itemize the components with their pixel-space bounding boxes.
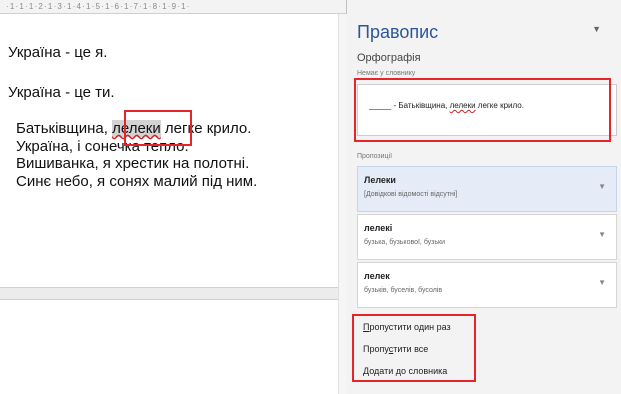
- suggestion-word: лелек: [364, 271, 390, 281]
- chevron-down-icon[interactable]: ▼: [598, 278, 606, 287]
- suggestion-item[interactable]: Лелеки [Довідкові відомості відсутні] ▼: [357, 166, 617, 212]
- poem-line-4: Синє небо, я сонях малий під ним.: [16, 172, 258, 190]
- highlight-frame: [124, 110, 192, 146]
- suggestion-def: [Довідкові відомості відсутні]: [364, 191, 458, 198]
- vertical-scrollbar[interactable]: [338, 14, 347, 394]
- text-before: Батьківщина,: [16, 120, 113, 137]
- chevron-down-icon[interactable]: ▼: [598, 230, 606, 239]
- not-in-dictionary-label: Немає у словнику: [357, 70, 416, 77]
- suggestions-label: Пропозиції: [357, 153, 393, 160]
- actions-frame: [352, 314, 476, 382]
- suggestion-word: Лелеки: [364, 175, 396, 185]
- suggestion-def: бузьків, буселів, бусолів: [364, 287, 443, 294]
- suggestion-def: бузька, бузькової, бузьки: [364, 239, 446, 246]
- chevron-down-icon[interactable]: ▼: [598, 182, 606, 191]
- document-line: Україна - це ти.: [8, 84, 115, 101]
- split-bar[interactable]: [0, 287, 346, 300]
- suggestion-item[interactable]: лелекі бузька, бузькової, бузьки ▼: [357, 214, 617, 260]
- suggestion-item[interactable]: лелек бузьків, буселів, бусолів ▼: [357, 262, 617, 308]
- context-frame: [354, 78, 611, 142]
- spelling-pane: Правопис ▼ Орфографія Немає у словнику _…: [347, 0, 621, 394]
- document-line: Україна - це я.: [8, 44, 108, 61]
- poem-line-3: Вишиванка, я хрестик на полотні.: [16, 155, 250, 172]
- chevron-down-icon[interactable]: ▼: [592, 24, 601, 34]
- section-title: Орфографія: [357, 52, 421, 64]
- document-area[interactable]: ·1·1·1·2·1·3·1·4·1·5·1·6·1·7·1·8·1·9·1· …: [0, 0, 347, 394]
- pane-title: Правопис: [357, 22, 439, 42]
- ruler: ·1·1·1·2·1·3·1·4·1·5·1·6·1·7·1·8·1·9·1·: [0, 0, 346, 14]
- suggestion-word: лелекі: [364, 223, 393, 233]
